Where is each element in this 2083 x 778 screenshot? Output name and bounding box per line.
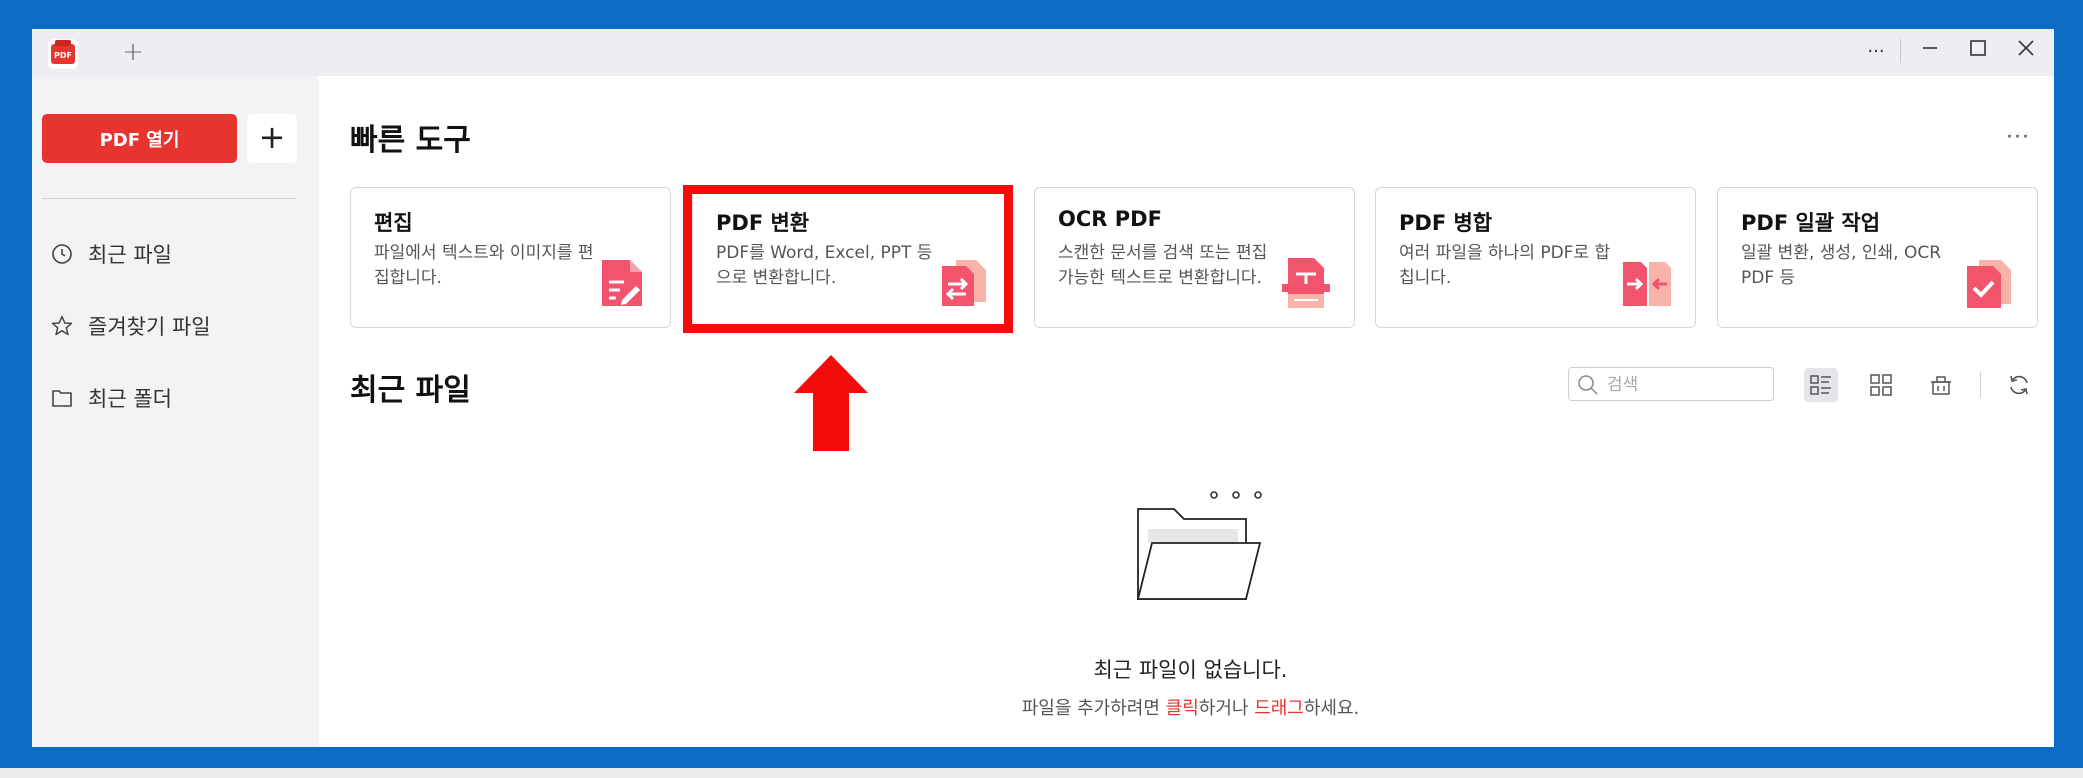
maximize-button[interactable] <box>1960 35 1996 69</box>
empty-state-subtitle: 파일을 추가하려면 클릭하거나 드래그하세요. <box>32 694 2054 720</box>
tool-card-edit[interactable]: 편집 파일에서 텍스트와 이미지를 편집합니다. <box>350 187 671 328</box>
close-icon <box>2018 40 2034 56</box>
add-button[interactable]: + <box>247 114 297 163</box>
tool-card-ocr-pdf[interactable]: OCR PDF 스캔한 문서를 검색 또는 편집 가능한 텍스트로 변환합니다. <box>1034 187 1355 328</box>
sidebar-item-label: 즐겨찾기 파일 <box>88 315 211 339</box>
sidebar-item-recent-folders[interactable]: 최근 폴더 <box>50 378 300 418</box>
sidebar-item-label: 최근 폴더 <box>88 387 172 411</box>
recent-files-title: 최근 파일 <box>350 373 471 408</box>
card-description: PDF를 Word, Excel, PPT 등으로 변환합니다. <box>716 243 933 288</box>
card-title: 편집 <box>374 211 413 235</box>
close-button[interactable] <box>2008 35 2044 69</box>
click-link[interactable]: 클릭 <box>1166 698 1199 719</box>
star-icon <box>51 315 73 336</box>
card-description: 여러 파일을 하나의 PDF로 합칩니다. <box>1399 243 1611 288</box>
clear-list-button[interactable] <box>1924 368 1958 402</box>
sidebar-item-favorites[interactable]: 즐겨찾기 파일 <box>50 306 300 346</box>
card-title: PDF 병합 <box>1399 211 1493 235</box>
trash-icon <box>1931 376 1951 395</box>
empty-sub-text: 하세요. <box>1303 698 1360 719</box>
search-icon <box>1578 375 1598 395</box>
quick-tools-more-button[interactable]: ··· <box>2006 125 2030 150</box>
scan-doc-icon <box>1282 258 1330 308</box>
edit-doc-icon <box>602 260 642 306</box>
refresh-button[interactable] <box>2002 368 2036 402</box>
tool-card-pdf-convert[interactable]: PDF 변환 PDF를 Word, Excel, PPT 등으로 변환합니다. <box>692 187 1013 328</box>
card-description: 파일에서 텍스트와 이미지를 편집합니다. <box>374 243 594 288</box>
maximize-icon <box>1970 40 1986 56</box>
list-view-button[interactable] <box>1804 368 1838 402</box>
clock-icon <box>52 244 72 264</box>
sidebar: PDF 열기 + 최근 파일 즐겨찾기 파일 최근 폴더 <box>32 76 319 747</box>
empty-sub-text: 하거나 <box>1198 698 1255 719</box>
card-description: 스캔한 문서를 검색 또는 편집 가능한 텍스트로 변환합니다. <box>1058 243 1268 288</box>
minimize-icon <box>1923 47 1937 49</box>
card-title: OCR PDF <box>1058 207 1162 231</box>
title-bar: PDF + ··· <box>32 29 2054 76</box>
grid-view-button[interactable] <box>1864 368 1898 402</box>
empty-folder-icon <box>1136 491 1262 600</box>
sidebar-item-label: 최근 파일 <box>88 243 172 267</box>
tool-card-pdf-batch[interactable]: PDF 일괄 작업 일괄 변환, 생성, 인쇄, OCR PDF 등 <box>1717 187 2038 328</box>
grid-view-icon <box>1870 374 1892 396</box>
batch-doc-icon <box>1967 260 2011 308</box>
search-input[interactable] <box>1605 372 1769 398</box>
search-box[interactable] <box>1568 367 1774 401</box>
card-description: 일괄 변환, 생성, 인쇄, OCR PDF 등 <box>1741 243 1942 288</box>
new-tab-button[interactable]: + <box>118 37 148 67</box>
open-pdf-button[interactable]: PDF 열기 <box>42 114 237 163</box>
empty-state-title: 최근 파일이 없습니다. <box>1093 658 1288 682</box>
app-window: PDF + ··· PDF 열기 + 최근 파일 즐겨찾기 파일 최근 폴더 빠… <box>32 29 2054 747</box>
folder-icon <box>52 390 72 407</box>
app-logo-icon[interactable]: PDF <box>46 37 80 71</box>
list-view-icon <box>1810 375 1831 395</box>
sidebar-divider <box>42 198 296 199</box>
sidebar-item-recent-files[interactable]: 최근 파일 <box>50 234 300 274</box>
toolbar-separator <box>1980 372 1981 398</box>
empty-sub-text: 파일을 추가하려면 <box>1021 698 1166 719</box>
tool-card-pdf-merge[interactable]: PDF 병합 여러 파일을 하나의 PDF로 합칩니다. <box>1375 187 1696 328</box>
title-separator <box>1900 39 1901 63</box>
svg-text:PDF: PDF <box>54 51 72 60</box>
quick-tools-title: 빠른 도구 <box>350 123 471 158</box>
card-title: PDF 일괄 작업 <box>1741 211 1881 235</box>
more-options-button[interactable]: ··· <box>1858 35 1894 69</box>
drag-link[interactable]: 드래그 <box>1254 698 1304 719</box>
refresh-icon <box>2010 375 2028 395</box>
arrow-up-icon <box>794 355 868 451</box>
minimize-button[interactable] <box>1912 35 1948 69</box>
card-title: PDF 변환 <box>716 211 810 235</box>
convert-doc-icon <box>942 260 986 306</box>
taskbar-strip <box>0 768 2083 778</box>
merge-doc-icon <box>1623 262 1671 306</box>
